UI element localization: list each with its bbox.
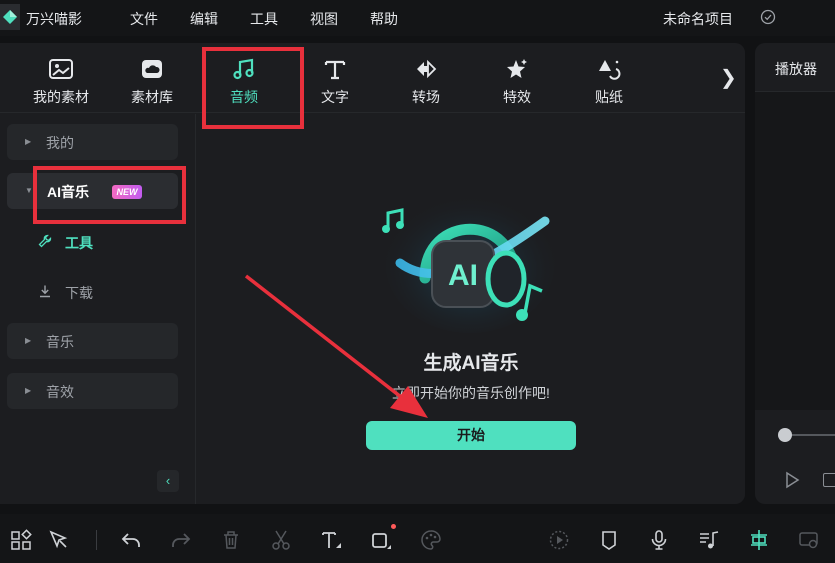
- tab-my-media[interactable]: 我的素材: [24, 43, 98, 113]
- annotation-arrow-icon: [244, 274, 428, 418]
- player-label: 播放器: [775, 61, 817, 77]
- player-panel: 播放器: [755, 43, 835, 504]
- crop-icon[interactable]: [370, 529, 392, 551]
- player-scrub-track[interactable]: [785, 434, 835, 436]
- marker-icon[interactable]: [598, 529, 620, 551]
- stop-icon[interactable]: [823, 473, 835, 487]
- tab-effects[interactable]: 特效: [486, 43, 548, 113]
- music-track-icon[interactable]: [698, 529, 720, 551]
- download-icon: [40, 285, 50, 298]
- tabs-next-chevron-icon[interactable]: ❯: [720, 65, 737, 90]
- sidebar-item-mine[interactable]: ▶ 我的: [7, 124, 178, 160]
- project-name[interactable]: 未命名项目: [663, 9, 733, 29]
- bottom-toolbar: [0, 514, 835, 563]
- color-palette-icon[interactable]: [420, 529, 442, 551]
- player-scrub-knob[interactable]: [778, 428, 792, 442]
- tab-label: 我的素材: [33, 89, 89, 105]
- sidebar-item-sound-effects[interactable]: ▶ 音效: [7, 373, 178, 409]
- scissors-icon[interactable]: [270, 529, 292, 551]
- effects-star-icon: [507, 59, 527, 78]
- media-tabbar: 我的素材 素材库 音频 文字 转场 特效 贴纸 ❯: [0, 43, 745, 113]
- transition-icon: [417, 59, 437, 79]
- my-media-icon: [49, 59, 73, 79]
- caret-right-icon: ▶: [25, 336, 32, 345]
- sidebar-item-label: 我的: [46, 135, 74, 151]
- tab-label: 特效: [503, 89, 531, 105]
- annotation-highlight-audio-tab: [202, 47, 304, 129]
- tab-label: 文字: [321, 89, 349, 105]
- text-tool-icon[interactable]: [320, 529, 342, 551]
- ai-snap-icon[interactable]: [748, 529, 770, 551]
- tab-stock-library[interactable]: 素材库: [120, 43, 184, 113]
- check-circle-icon[interactable]: [760, 9, 776, 25]
- select-pointer-icon[interactable]: [48, 529, 70, 551]
- sidebar-subitem-label: 下载: [65, 285, 93, 301]
- stock-cloud-icon: [142, 60, 162, 78]
- sidebar-item-music[interactable]: ▶ 音乐: [7, 323, 178, 359]
- app-name: 万兴喵影: [26, 11, 82, 27]
- menu-edit[interactable]: 编辑: [190, 9, 218, 29]
- app-logo-icon: [0, 4, 20, 30]
- preview-screen-icon[interactable]: [798, 529, 820, 551]
- tab-text[interactable]: 文字: [304, 43, 366, 113]
- sidebar-subitem-label: 工具: [65, 235, 93, 251]
- chevron-left-icon: ‹: [165, 473, 171, 488]
- tab-sticker[interactable]: 贴纸: [578, 43, 640, 113]
- toolbar-divider: [96, 530, 97, 550]
- title-bar: 万兴喵影 文件 编辑 工具 视图 帮助 未命名项目: [0, 0, 835, 36]
- menu-help[interactable]: 帮助: [370, 9, 398, 29]
- tab-transition[interactable]: 转场: [395, 43, 457, 113]
- menu-tools[interactable]: 工具: [250, 9, 278, 29]
- microphone-icon[interactable]: [648, 529, 670, 551]
- play-icon[interactable]: [783, 471, 801, 489]
- speed-icon[interactable]: [548, 529, 570, 551]
- sidebar-item-label: 音乐: [46, 334, 74, 350]
- player-preview: [755, 92, 835, 410]
- menu-view[interactable]: 视图: [310, 9, 338, 29]
- sidebar-item-label: 音效: [46, 384, 74, 400]
- illustration-ai-text: AI: [448, 259, 478, 292]
- undo-icon[interactable]: [120, 529, 142, 551]
- sticker-icon: [599, 60, 621, 80]
- caret-right-icon: ▶: [25, 386, 32, 395]
- text-t-icon: [324, 60, 346, 80]
- sidebar-collapse-button[interactable]: ‹: [157, 470, 179, 492]
- annotation-highlight-ai-music: [33, 166, 186, 224]
- tab-label: 贴纸: [595, 89, 623, 105]
- wrench-icon: [38, 234, 52, 248]
- caret-down-icon: ▼: [25, 186, 33, 195]
- notification-dot: [391, 524, 396, 529]
- redo-icon[interactable]: [170, 529, 192, 551]
- layout-grid-icon[interactable]: [10, 529, 32, 551]
- caret-right-icon: ▶: [25, 137, 32, 146]
- delete-icon[interactable]: [220, 529, 242, 551]
- tab-label: 转场: [412, 89, 440, 105]
- menu-file[interactable]: 文件: [130, 9, 158, 29]
- tab-label: 素材库: [131, 89, 173, 105]
